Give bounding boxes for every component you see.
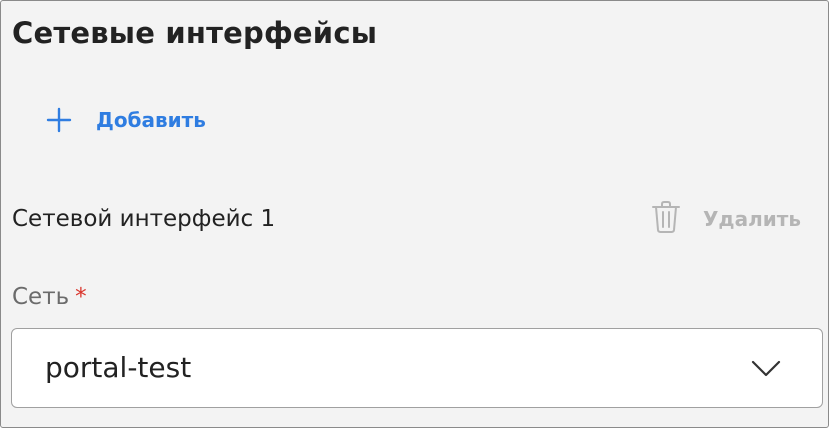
add-interface-label: Добавить	[96, 108, 206, 132]
network-label-text: Сеть	[12, 284, 70, 310]
chevron-down-icon	[750, 357, 782, 379]
network-select-value: portal-test	[45, 351, 192, 384]
network-select[interactable]: portal-test	[11, 328, 823, 408]
network-interfaces-panel: Сетевые интерфейсы Добавить Сетевой инте…	[0, 0, 829, 428]
network-field-label: Сеть *	[12, 281, 87, 313]
section-title: Сетевые интерфейсы	[12, 16, 378, 50]
plus-icon	[45, 106, 73, 134]
add-interface-button[interactable]: Добавить	[45, 104, 206, 136]
interface-title: Сетевой интерфейс 1	[12, 206, 276, 232]
required-mark: *	[75, 284, 87, 310]
delete-interface-label: Удалить	[703, 207, 801, 231]
trash-icon	[651, 200, 681, 238]
delete-interface-button[interactable]: Удалить	[651, 200, 801, 238]
